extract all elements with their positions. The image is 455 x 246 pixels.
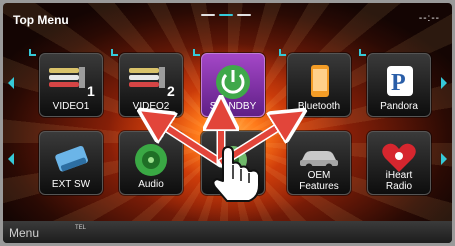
tile-label-line1: OEM — [307, 170, 331, 181]
background-rays — [3, 3, 452, 243]
video-cable-icon-2: 2 — [129, 67, 175, 99]
tile-setup[interactable]: SETUP — [201, 131, 265, 195]
svg-text:1: 1 — [87, 83, 95, 99]
car-icon — [300, 151, 338, 171]
tile-label: EXT SW — [51, 179, 91, 190]
phone-icon — [311, 65, 329, 97]
tel-indicator: TEL — [75, 225, 87, 231]
page-indicator — [201, 14, 251, 16]
video-cable-icon-1: 1 — [49, 67, 95, 99]
tile-label: SETUP — [216, 179, 250, 190]
tile-label-line1: iHeart — [385, 170, 413, 181]
tile-label: Pandora — [380, 101, 418, 112]
tile-label: STANDBY — [209, 101, 257, 112]
svg-text:P: P — [391, 70, 406, 96]
scroll-right-arrow-icon-row2[interactable] — [441, 153, 447, 165]
tile-audio[interactable]: Audio — [119, 131, 183, 195]
focus-corner-mark — [111, 49, 118, 56]
tile-ext-sw[interactable]: EXT SW — [39, 131, 103, 195]
remote-switch-icon — [55, 145, 88, 172]
scroll-left-arrow-icon-row2[interactable] — [8, 153, 14, 165]
tile-label-line2: Features — [299, 181, 339, 192]
focus-corner-mark — [359, 49, 366, 56]
page-dot-active — [219, 14, 233, 16]
setup-icon — [219, 146, 247, 174]
menu-button[interactable]: Menu — [9, 226, 39, 240]
tile-pandora[interactable]: P Pandora — [367, 53, 431, 117]
tile-label: VIDEO1 — [52, 101, 90, 112]
tile-iheart-radio[interactable]: iHeart Radio — [367, 131, 431, 195]
power-icon — [216, 65, 250, 99]
bottom-bar: Menu TEL — [3, 221, 452, 243]
tile-standby[interactable]: STANDBY — [201, 53, 265, 117]
scroll-left-arrow-icon[interactable] — [8, 77, 14, 89]
focus-corner-mark — [279, 49, 286, 56]
scroll-right-arrow-icon[interactable] — [441, 77, 447, 89]
tile-label: Bluetooth — [297, 101, 341, 112]
page-dot — [237, 14, 251, 16]
head-unit-screen: Top Menu --:-- 1 VIDEO1 2 VIDEO2 STANDBY… — [3, 3, 452, 243]
pandora-icon: P — [387, 66, 413, 96]
tile-bluetooth[interactable]: Bluetooth — [287, 53, 351, 117]
tile-video2[interactable]: 2 VIDEO2 — [119, 53, 183, 117]
tile-label: iHeart Radio — [368, 170, 430, 192]
focus-corner-mark — [29, 49, 36, 56]
page-dot — [201, 14, 215, 16]
top-bar: Top Menu --:-- — [3, 3, 452, 33]
tile-label: OEM Features — [288, 170, 350, 192]
speaker-icon — [135, 144, 167, 176]
clock: --:-- — [418, 13, 440, 24]
tile-oem-features[interactable]: OEM Features — [287, 131, 351, 195]
tile-label: Audio — [138, 179, 164, 190]
svg-text:2: 2 — [167, 83, 175, 99]
page-title: Top Menu — [13, 13, 69, 27]
tile-label-line2: Radio — [385, 181, 413, 192]
tile-label: VIDEO2 — [132, 101, 170, 112]
focus-corner-mark — [193, 49, 200, 56]
tile-video1[interactable]: 1 VIDEO1 — [39, 53, 103, 117]
